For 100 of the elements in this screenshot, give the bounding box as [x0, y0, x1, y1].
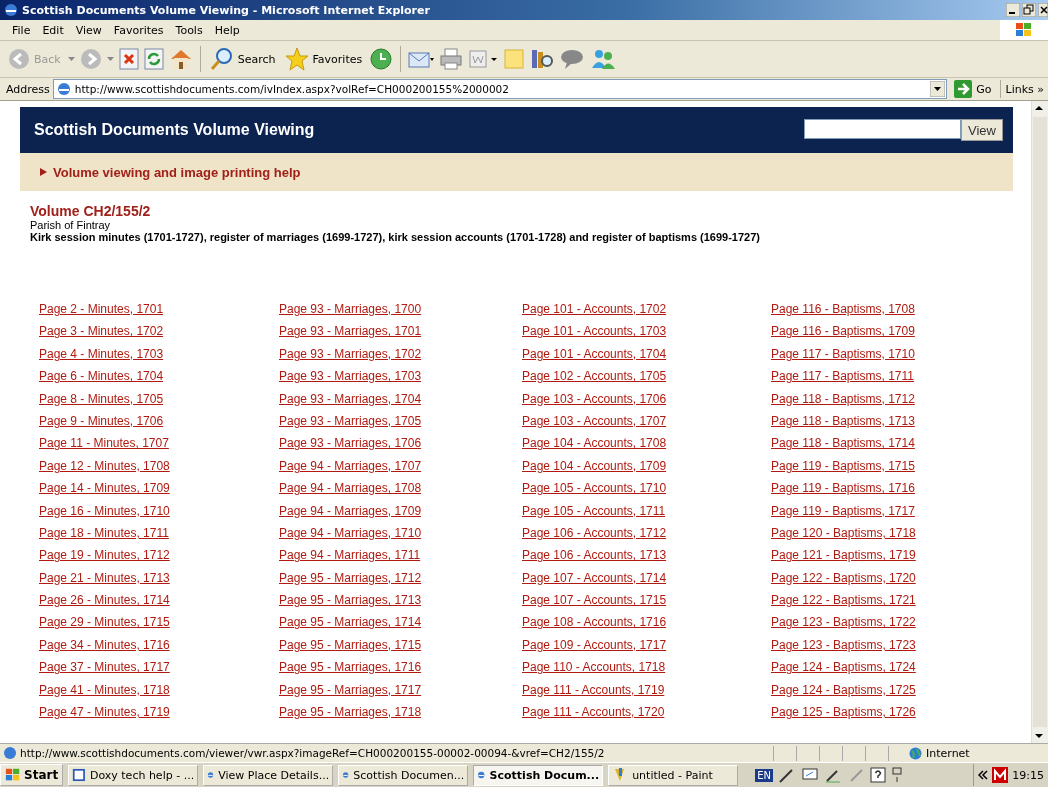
page-link[interactable]: Page 6 - Minutes, 1704 [39, 368, 279, 391]
page-link[interactable]: Page 119 - Baptisms, 1717 [771, 502, 1011, 525]
window-icon[interactable] [890, 767, 903, 783]
favorites-button[interactable]: Favorites [282, 47, 365, 71]
page-link[interactable]: Page 123 - Baptisms, 1722 [771, 614, 1011, 637]
minimize-icon[interactable] [1006, 3, 1020, 17]
page-link[interactable]: Page 47 - Minutes, 1719 [39, 704, 279, 727]
page-link[interactable]: Page 117 - Baptisms, 1710 [771, 345, 1011, 369]
page-link[interactable]: Page 19 - Minutes, 1712 [39, 547, 279, 570]
go-button[interactable]: Go [950, 80, 1001, 98]
page-link[interactable]: Page 110 - Accounts, 1718 [522, 659, 771, 682]
close-icon[interactable] [1038, 3, 1048, 17]
page-link[interactable]: Page 109 - Accounts, 1717 [522, 636, 771, 660]
page-link[interactable]: Page 119 - Baptisms, 1715 [771, 457, 1011, 481]
page-link[interactable]: Page 103 - Accounts, 1707 [522, 412, 771, 436]
printer-icon[interactable] [439, 48, 464, 70]
history-icon[interactable] [369, 47, 394, 71]
page-link[interactable]: Page 95 - Marriages, 1713 [279, 592, 522, 615]
stop-icon[interactable] [118, 48, 139, 70]
page-link[interactable]: Page 116 - Baptisms, 1708 [771, 301, 1011, 324]
page-link[interactable]: Page 4 - Minutes, 1703 [39, 345, 279, 369]
page-link[interactable]: Page 95 - Marriages, 1715 [279, 636, 522, 660]
restore-icon[interactable] [1022, 3, 1036, 17]
refresh-icon[interactable] [143, 48, 164, 70]
page-link[interactable]: Page 95 - Marriages, 1712 [279, 569, 522, 593]
menu-item[interactable]: View [69, 23, 108, 37]
dropdown-icon[interactable] [930, 81, 946, 97]
menu-item[interactable]: File [6, 23, 37, 37]
page-link[interactable]: Page 101 - Accounts, 1704 [522, 345, 771, 369]
page-link[interactable]: Page 12 - Minutes, 1708 [39, 457, 279, 481]
page-link[interactable]: Page 93 - Marriages, 1704 [279, 390, 522, 413]
page-link[interactable]: Page 104 - Accounts, 1709 [522, 457, 771, 481]
page-link[interactable]: Page 94 - Marriages, 1709 [279, 502, 522, 525]
page-link[interactable]: Page 93 - Marriages, 1702 [279, 345, 522, 369]
word-document-icon[interactable] [468, 48, 499, 70]
speech-bubble-icon[interactable] [559, 48, 586, 70]
help-icon[interactable] [869, 767, 886, 783]
page-link[interactable]: Page 102 - Accounts, 1705 [522, 368, 771, 391]
start-button[interactable]: Start [0, 764, 64, 786]
page-link[interactable]: Page 93 - Marriages, 1701 [279, 323, 522, 346]
page-link[interactable]: Page 14 - Minutes, 1709 [39, 480, 279, 503]
page-link[interactable]: Page 93 - Marriages, 1700 [279, 301, 522, 324]
page-link[interactable]: Page 95 - Marriages, 1714 [279, 614, 522, 637]
page-link[interactable]: Page 105 - Accounts, 1710 [522, 480, 771, 503]
page-link[interactable]: Page 94 - Marriages, 1707 [279, 457, 522, 481]
links-button[interactable]: Links » [1003, 82, 1046, 96]
page-link[interactable]: Page 118 - Baptisms, 1712 [771, 390, 1011, 413]
page-link[interactable]: Page 120 - Baptisms, 1718 [771, 524, 1011, 548]
page-link[interactable]: Page 94 - Marriages, 1711 [279, 547, 522, 570]
help-link[interactable]: Volume viewing and image printing help [53, 164, 301, 180]
page-link[interactable]: Page 124 - Baptisms, 1725 [771, 681, 1011, 705]
page-link[interactable]: Page 118 - Baptisms, 1714 [771, 435, 1011, 458]
page-link[interactable]: Page 95 - Marriages, 1717 [279, 681, 522, 705]
view-button[interactable]: View [961, 119, 1003, 141]
page-link[interactable]: Page 2 - Minutes, 1701 [39, 301, 279, 324]
search-field[interactable] [804, 119, 962, 139]
page-link[interactable]: Page 93 - Marriages, 1705 [279, 412, 522, 436]
page-link[interactable]: Page 95 - Marriages, 1716 [279, 659, 522, 682]
page-link[interactable]: Page 93 - Marriages, 1706 [279, 435, 522, 458]
page-link[interactable]: Page 29 - Minutes, 1715 [39, 614, 279, 637]
page-link[interactable]: Page 94 - Marriages, 1710 [279, 524, 522, 548]
page-link[interactable]: Page 107 - Accounts, 1714 [522, 569, 771, 593]
page-link[interactable]: Page 101 - Accounts, 1702 [522, 301, 771, 324]
page-link[interactable]: Page 122 - Baptisms, 1720 [771, 569, 1011, 593]
scrollbar[interactable] [1031, 101, 1048, 743]
page-link[interactable]: Page 119 - Baptisms, 1716 [771, 480, 1011, 503]
page-link[interactable]: Page 21 - Minutes, 1713 [39, 569, 279, 593]
taskbar-button[interactable]: Doxy tech help - ... [68, 764, 199, 786]
page-link[interactable]: Page 3 - Minutes, 1702 [39, 323, 279, 346]
page-link[interactable]: Page 104 - Accounts, 1708 [522, 435, 771, 458]
page-link[interactable]: Page 95 - Marriages, 1718 [279, 704, 522, 727]
m-logo-icon[interactable] [992, 767, 1009, 783]
page-link[interactable]: Page 41 - Minutes, 1718 [39, 681, 279, 705]
page-link[interactable]: Page 123 - Baptisms, 1723 [771, 636, 1011, 660]
menu-item[interactable]: Help [208, 23, 246, 37]
page-link[interactable]: Page 101 - Accounts, 1703 [522, 323, 771, 346]
page-link[interactable]: Page 108 - Accounts, 1716 [522, 614, 771, 637]
page-link[interactable]: Page 107 - Accounts, 1715 [522, 592, 771, 615]
page-link[interactable]: Page 26 - Minutes, 1714 [39, 592, 279, 615]
page-link[interactable]: Page 18 - Minutes, 1711 [39, 524, 279, 548]
menu-item[interactable]: Tools [169, 23, 209, 37]
taskbar-button[interactable]: untitled - Paint [608, 764, 739, 786]
page-link[interactable]: Page 125 - Baptisms, 1726 [771, 704, 1011, 727]
language-indicator[interactable]: EN [755, 768, 773, 782]
page-link[interactable]: Page 106 - Accounts, 1713 [522, 547, 771, 570]
menu-item[interactable]: Edit [36, 23, 70, 37]
page-link[interactable]: Page 122 - Baptisms, 1721 [771, 592, 1011, 615]
taskbar-button[interactable]: Scottish Docum... [473, 764, 604, 786]
pen-icon[interactable] [777, 766, 796, 784]
page-link[interactable]: Page 93 - Marriages, 1703 [279, 368, 522, 391]
page-link[interactable]: Page 34 - Minutes, 1716 [39, 636, 279, 660]
page-link[interactable]: Page 106 - Accounts, 1712 [522, 524, 771, 548]
page-link[interactable]: Page 37 - Minutes, 1717 [39, 659, 279, 682]
page-link[interactable]: Page 111 - Accounts, 1720 [522, 704, 771, 727]
chevron-icon[interactable] [978, 770, 989, 780]
page-link[interactable]: Page 124 - Baptisms, 1724 [771, 659, 1011, 682]
page-link[interactable]: Page 111 - Accounts, 1719 [522, 681, 771, 705]
page-link[interactable]: Page 16 - Minutes, 1710 [39, 502, 279, 525]
taskbar-button[interactable]: View Place Details... [203, 764, 334, 786]
page-link[interactable]: Page 94 - Marriages, 1708 [279, 480, 522, 503]
